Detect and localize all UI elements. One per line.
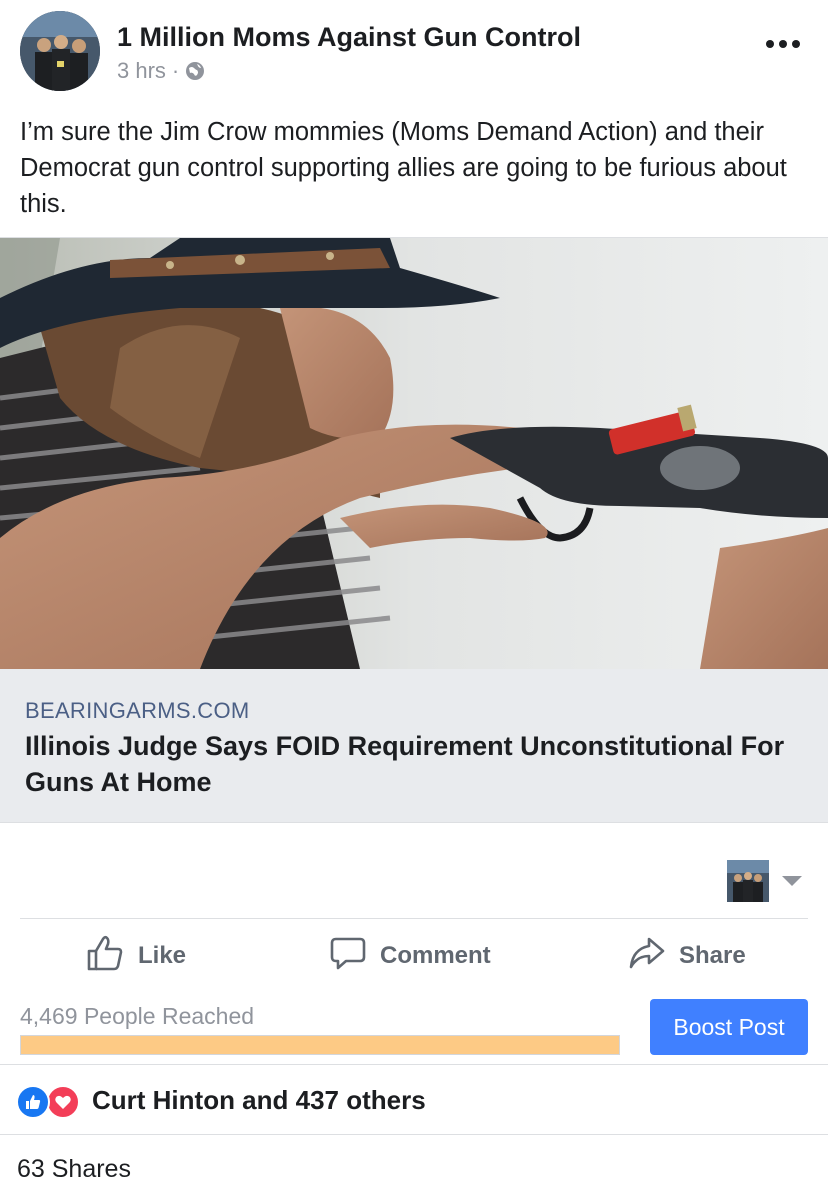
more-dots-icon[interactable] [766, 30, 800, 58]
audience-row [0, 850, 828, 910]
share-arrow-icon [629, 935, 679, 978]
like-label: Like [138, 942, 187, 969]
globe-icon [185, 61, 205, 81]
link-preview-meta: BEARINGARMS.COM Illinois Judge Says FOID… [0, 669, 828, 822]
comment-button[interactable]: Comment [330, 930, 491, 982]
share-button[interactable]: Share [629, 930, 746, 982]
people-reached[interactable]: 4,469 People Reached [20, 1003, 254, 1030]
divider [0, 1064, 828, 1065]
love-reaction-icon [46, 1085, 80, 1119]
chevron-down-icon[interactable] [782, 876, 802, 886]
like-button[interactable]: Like [86, 930, 186, 982]
reactions-summary[interactable]: Curt Hinton and 437 others [0, 1075, 828, 1127]
shares-count[interactable]: 63 Shares [17, 1155, 131, 1184]
meta-separator: · [171, 58, 180, 83]
reach-progress-bar [20, 1035, 620, 1055]
acting-as-avatar[interactable] [727, 860, 769, 902]
comment-label: Comment [380, 942, 491, 969]
page-avatar[interactable] [20, 11, 100, 91]
link-title[interactable]: Illinois Judge Says FOID Requirement Unc… [25, 728, 805, 800]
divider [20, 918, 808, 919]
post-header: 1 Million Moms Against Gun Control 3 hrs… [0, 0, 828, 100]
comment-bubble-icon [330, 935, 380, 978]
like-reaction-icon [16, 1085, 50, 1119]
reaction-icons [16, 1085, 82, 1119]
link-preview-image [0, 238, 828, 669]
link-domain: BEARINGARMS.COM [25, 698, 250, 723]
page-name[interactable]: 1 Million Moms Against Gun Control [117, 22, 581, 53]
thumbs-up-icon [86, 934, 138, 979]
post-meta: 3 hrs · [117, 58, 205, 84]
reaction-count-text: Curt Hinton and 437 others [92, 1085, 426, 1115]
link-preview-card[interactable]: BEARINGARMS.COM Illinois Judge Says FOID… [0, 237, 828, 823]
post-text: I’m sure the Jim Crow mommies (Moms Dema… [20, 118, 787, 218]
reach-progress-fill [21, 1036, 619, 1054]
action-bar: Like Comment Share [0, 930, 828, 982]
share-label: Share [679, 942, 746, 969]
post-time[interactable]: 3 hrs [117, 58, 166, 84]
boost-post-button[interactable]: Boost Post [650, 999, 808, 1055]
divider [0, 1134, 828, 1135]
